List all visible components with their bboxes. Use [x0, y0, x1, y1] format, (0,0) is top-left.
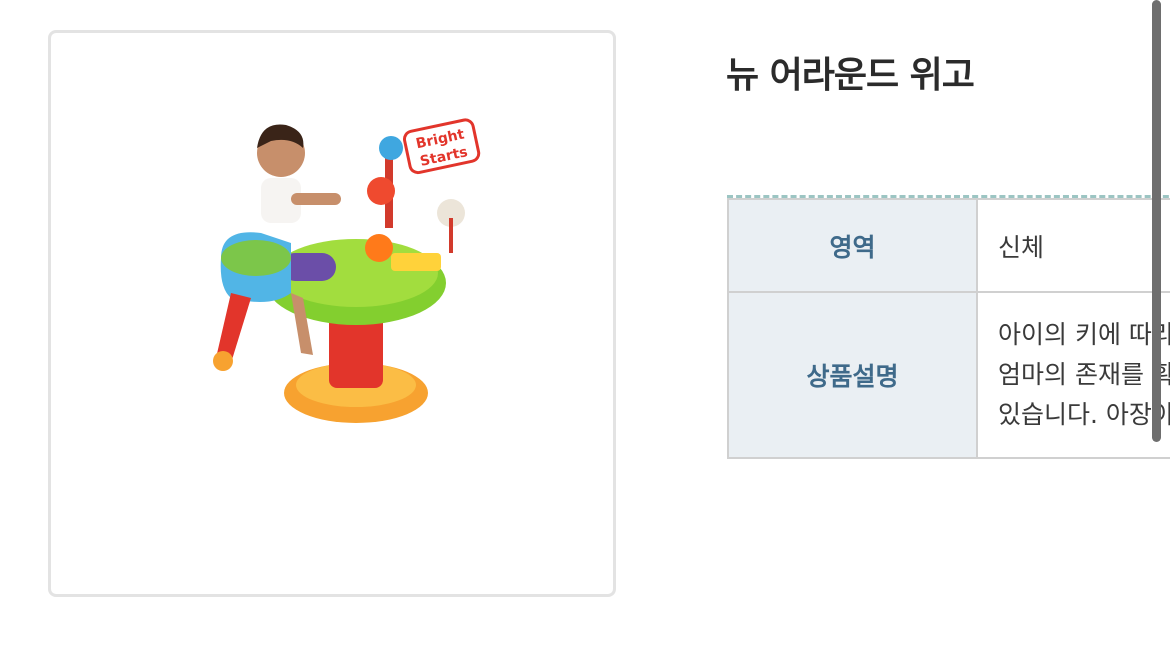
table-row: 상품설명 아이의 키에 따라 엄마의 존재를 확 있습니다. 아장아: [727, 291, 1170, 459]
description-line: 아이의 키에 따라: [998, 320, 1170, 349]
vertical-scrollbar[interactable]: [1152, 0, 1161, 442]
product-title: 뉴 어라운드 위고: [726, 55, 975, 96]
description-line: 엄마의 존재를 확: [998, 360, 1170, 389]
table-row: 영역 신체: [727, 198, 1170, 293]
area-value: 신체: [976, 198, 1170, 293]
area-label: 영역: [727, 198, 978, 293]
product-info-table-wrapper: 영역 신체 상품설명 아이의 키에 따라 엄마의 존재를 확 있습니다. 아장아: [727, 195, 1170, 459]
product-detail-page: Bright Starts 뉴 어라운드 위고 영역 신체 상품설명 아이의 키…: [0, 0, 1170, 652]
description-label: 상품설명: [727, 291, 978, 459]
product-image-card: Bright Starts: [48, 30, 616, 597]
description-line: 있습니다. 아장아: [998, 400, 1170, 429]
product-image: Bright Starts: [213, 118, 481, 423]
product-info-table: 영역 신체 상품설명 아이의 키에 따라 엄마의 존재를 확 있습니다. 아장아: [727, 198, 1170, 459]
description-value: 아이의 키에 따라 엄마의 존재를 확 있습니다. 아장아: [976, 291, 1170, 459]
